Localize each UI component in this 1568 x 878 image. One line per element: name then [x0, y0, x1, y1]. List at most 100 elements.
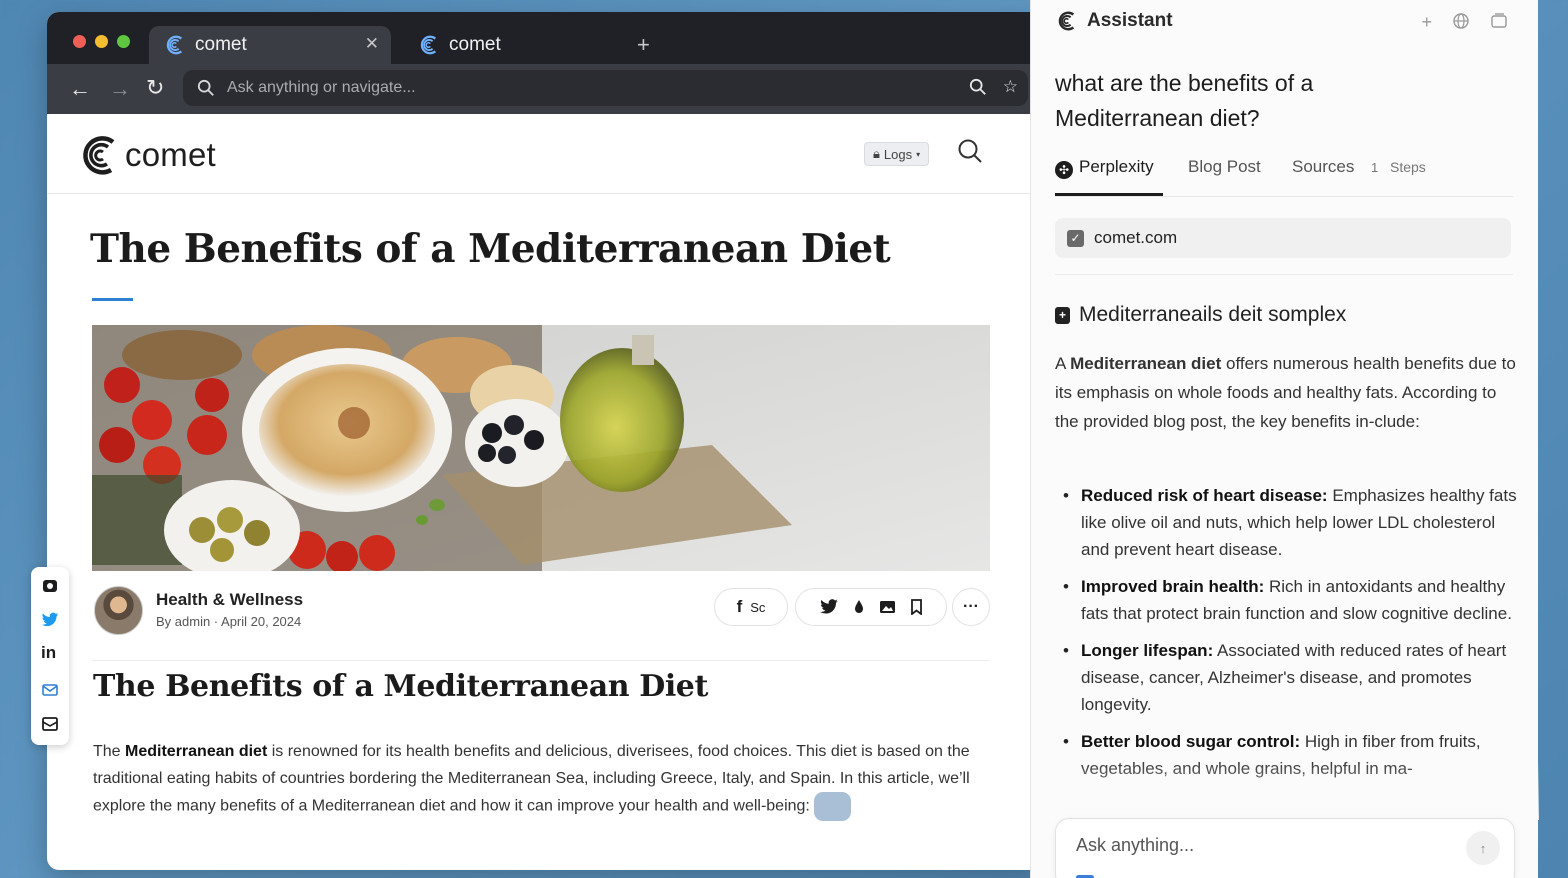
list-item: Longer lifespan: Associated with reduced… — [1055, 637, 1525, 718]
tab-label: comet — [195, 34, 247, 55]
benefit-title: Better blood sugar control: — [1081, 732, 1301, 751]
assistant-title: Assistant — [1087, 10, 1173, 31]
benefit-title: Reduced risk of heart disease: — [1081, 486, 1328, 505]
window-icon[interactable] — [1490, 12, 1508, 30]
linkedin-icon[interactable]: in — [41, 643, 59, 662]
site-header: comet 🔒︎ Logs ▾ — [47, 114, 1047, 194]
logs-label: Logs — [883, 146, 913, 162]
maximize-window-button[interactable] — [117, 35, 130, 48]
bookmark-star-icon[interactable]: ☆ — [1003, 78, 1018, 96]
ask-input[interactable] — [1076, 835, 1456, 856]
title-accent-rule — [92, 298, 133, 301]
hero-image — [92, 325, 990, 571]
active-tab-indicator — [1055, 193, 1163, 196]
address-placeholder: Ask anything or navigate... — [227, 79, 416, 96]
site-logo[interactable]: comet — [77, 134, 216, 176]
author-row: Health & Wellness By admin · April 20, 2… — [94, 584, 992, 648]
comet-logo-icon — [83, 136, 115, 175]
camera-icon[interactable] — [41, 577, 59, 595]
divider — [1055, 274, 1513, 275]
more-options-button[interactable]: ··· — [952, 588, 990, 626]
ask-box: ↑ — [1055, 818, 1515, 878]
share-actions — [795, 588, 947, 626]
sources-count: 1 — [1371, 160, 1379, 175]
tab-comet-active[interactable]: comet ✕ — [149, 26, 391, 64]
caret-down-icon: ▾ — [916, 149, 921, 159]
list-item: Improved brain health: Rich in antoxidan… — [1055, 573, 1525, 627]
logs-button[interactable]: 🔒︎ Logs ▾ — [864, 142, 930, 166]
globe-icon[interactable] — [1452, 12, 1470, 30]
perplexity-icon: ✣ — [1055, 161, 1073, 179]
comet-logo-icon — [1058, 11, 1075, 31]
checkbox-icon: ✓ — [1067, 229, 1084, 247]
assistant-header: Assistant — [1055, 10, 1173, 32]
tab-steps[interactable]: Steps — [1390, 159, 1426, 175]
body-bold-term: Mediterranean diet — [125, 743, 268, 760]
bookmark-icon[interactable] — [910, 599, 923, 615]
forward-arrow-icon[interactable]: → — [109, 76, 131, 102]
assistant-panel: Assistant + what are the benefits of a M… — [1030, 0, 1539, 878]
answer-heading: + Mediterraneails deit somplex — [1055, 303, 1346, 327]
benefit-title: Longer lifespan: — [1081, 641, 1214, 660]
tab-bar: comet ✕ comet + — [47, 12, 1047, 64]
search-icon[interactable] — [969, 78, 987, 96]
tab-sources[interactable]: Sources — [1292, 157, 1354, 177]
article-body: The Mediterranean diet is renowned for i… — [93, 739, 993, 821]
tab-blog-post[interactable]: Blog Post — [1188, 157, 1261, 177]
social-share-sidebar: in — [31, 567, 69, 745]
browser-window: comet ✕ comet + ← → ↻ Ask anything or na… — [47, 12, 1047, 870]
body-text-start: The — [93, 743, 126, 760]
lock-icon: 🔒︎ — [873, 146, 880, 161]
reload-icon[interactable]: ↻ — [146, 75, 164, 101]
send-arrow-icon[interactable]: ↑ — [1466, 831, 1500, 865]
divider — [92, 660, 990, 661]
benefits-list: Reduced risk of heart disease: Emphasize… — [1055, 482, 1525, 792]
tab-comet[interactable]: comet — [403, 26, 603, 64]
search-icon[interactable] — [957, 138, 983, 164]
author-meta: By admin · April 20, 2024 — [156, 614, 302, 629]
comet-logo-icon — [420, 35, 437, 55]
share-count: Sc — [750, 599, 766, 615]
twitter-icon[interactable] — [819, 599, 839, 615]
close-window-button[interactable] — [73, 35, 86, 48]
see-all-button[interactable] — [814, 792, 851, 821]
image-icon[interactable] — [879, 600, 896, 614]
tab-perplexity[interactable]: ✣ Perplexity — [1055, 157, 1154, 179]
toolbar: ← → ↻ Ask anything or navigate... ☆ — [47, 64, 1047, 114]
article-title: The Benefits of a Mediterranean Diet — [90, 226, 891, 272]
author-name[interactable]: Health & Wellness — [156, 590, 303, 610]
list-item: Reduced risk of heart disease: Emphasize… — [1055, 482, 1525, 563]
close-tab-icon[interactable]: ✕ — [365, 34, 379, 54]
facebook-icon: f — [736, 597, 743, 616]
minimize-window-button[interactable] — [95, 35, 108, 48]
site-logo-text: comet — [125, 136, 216, 173]
tab-label: comet — [449, 34, 501, 55]
user-question: what are the benefits of a Mediterranean… — [1055, 70, 1314, 131]
address-bar[interactable]: Ask anything or navigate... ☆ — [183, 70, 1028, 106]
tab-perplexity-label: Perplexity — [1079, 157, 1154, 176]
intro-text-start: A — [1055, 354, 1071, 373]
benefit-title: Improved brain health: — [1081, 577, 1265, 596]
assistant-actions: + — [1421, 12, 1508, 33]
inbox-icon[interactable] — [41, 715, 59, 733]
source-chip[interactable]: ✓ comet.com — [1055, 218, 1511, 258]
source-domain: comet.com — [1094, 228, 1178, 247]
answer-heading-text: Mediterraneails deit somplex — [1079, 303, 1347, 326]
window-controls — [73, 35, 130, 48]
plus-square-icon: + — [1055, 306, 1070, 324]
comet-logo-icon — [166, 35, 183, 55]
facebook-share-button[interactable]: f Sc — [714, 588, 788, 626]
intro-bold-term: Mediterranean diet — [1070, 354, 1222, 373]
new-tab-icon[interactable]: + — [637, 32, 650, 58]
scroll-fade — [1031, 760, 1539, 820]
drop-icon[interactable] — [853, 599, 865, 615]
mediterranean-food-photo — [92, 325, 990, 571]
new-thread-icon[interactable]: + — [1421, 12, 1432, 33]
back-arrow-icon[interactable]: ← — [69, 76, 91, 102]
assistant-tabs: ✣ Perplexity Blog Post Sources 1 Steps — [1055, 155, 1513, 197]
author-avatar[interactable] — [94, 586, 143, 635]
search-icon — [197, 79, 214, 96]
twitter-icon[interactable] — [41, 611, 59, 629]
answer-intro: A Mediterranean diet offers numerous hea… — [1055, 349, 1523, 436]
mail-icon[interactable] — [41, 681, 59, 699]
